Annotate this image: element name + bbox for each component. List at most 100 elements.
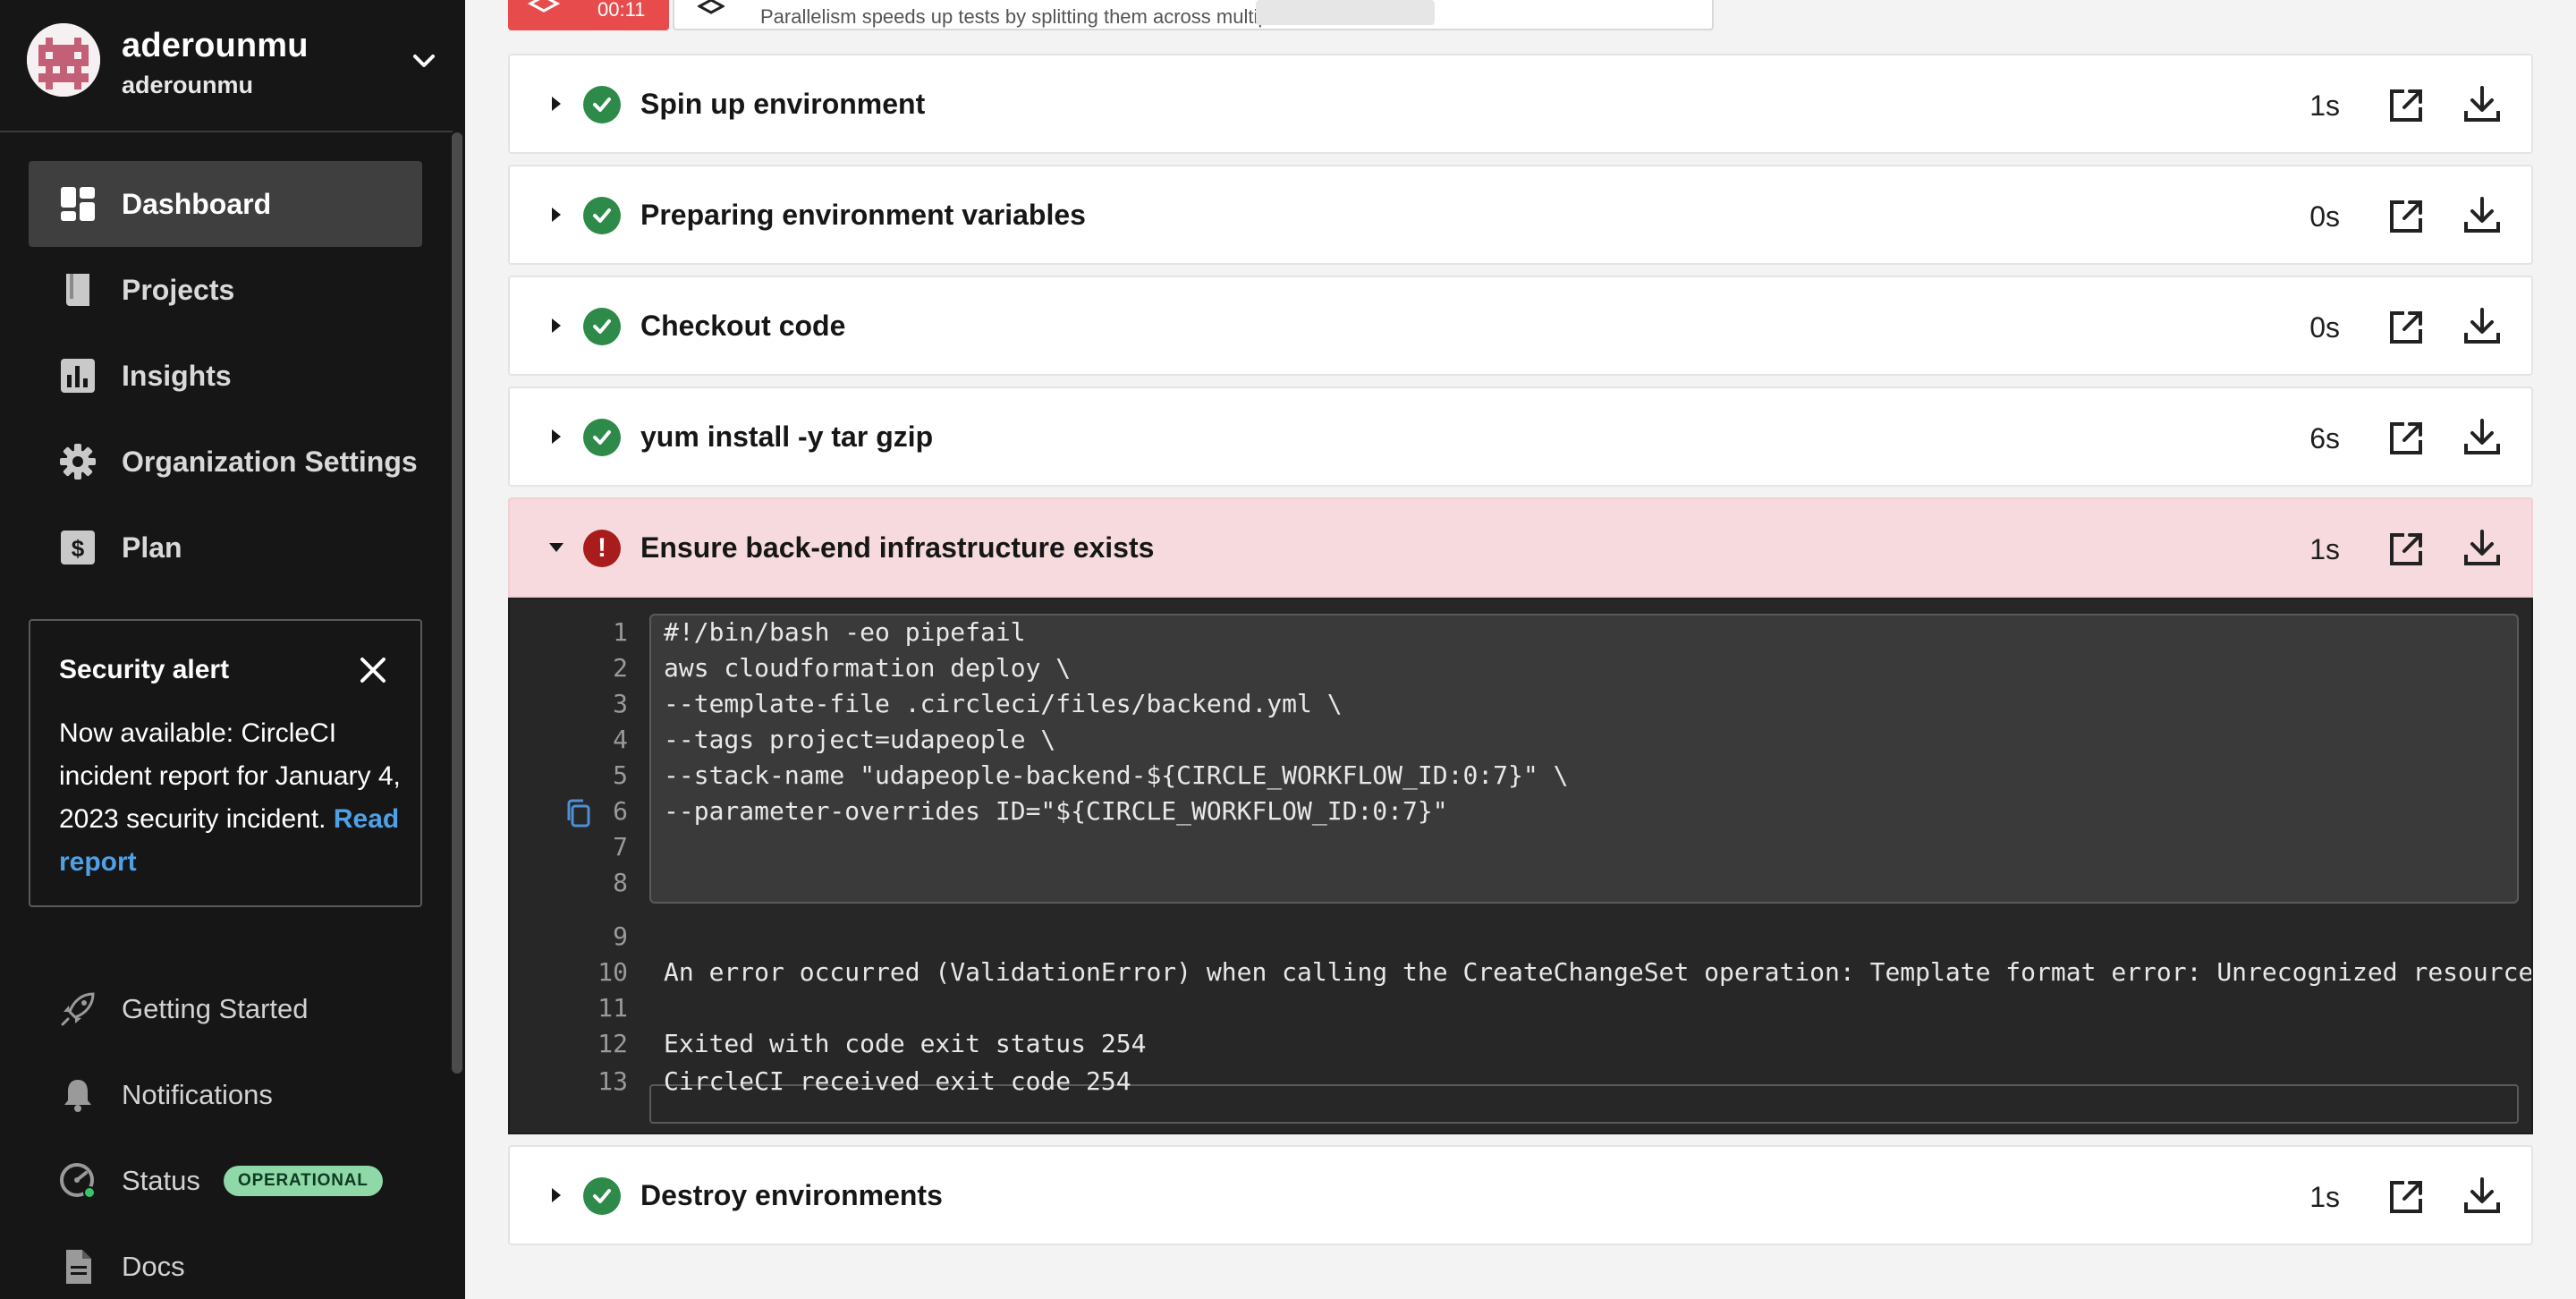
success-icon xyxy=(583,197,621,234)
external-link-icon[interactable] xyxy=(2386,197,2426,236)
sidebar-scrollbar[interactable] xyxy=(452,132,462,1074)
gear-icon xyxy=(59,443,97,480)
line-number: 10 xyxy=(597,957,628,987)
console-line: Exited with code exit status 254 xyxy=(664,1029,1147,1058)
job-timer: 00:11 xyxy=(597,0,646,21)
download-icon[interactable] xyxy=(2462,1176,2503,1217)
success-icon xyxy=(583,308,621,345)
line-number: 12 xyxy=(597,1029,628,1058)
step-title: Spin up environment xyxy=(640,88,926,120)
org-switcher[interactable]: aderounmu aderounmu xyxy=(27,23,456,109)
console-line: An error occurred (ValidationError) when… xyxy=(664,957,2533,987)
caret-right-icon[interactable] xyxy=(546,1184,567,1206)
console-line: CircleCI received exit code 254 xyxy=(664,1066,1131,1096)
caret-right-icon[interactable] xyxy=(546,315,567,336)
steps-list: Spin up environment 1s Preparing environ… xyxy=(508,54,2533,1256)
console-line: --parameter-overrides ID="${CIRCLE_WORKF… xyxy=(664,796,1448,826)
download-icon[interactable] xyxy=(2462,195,2503,236)
external-link-icon[interactable] xyxy=(2386,1177,2426,1217)
sidebar-item-docs[interactable]: Docs xyxy=(29,1224,422,1299)
console-line: #!/bin/bash -eo pipefail xyxy=(664,617,1026,647)
console-line: --template-file .circleci/files/backend.… xyxy=(664,689,1343,718)
close-icon[interactable] xyxy=(354,651,392,689)
external-link-icon[interactable] xyxy=(2386,86,2426,125)
line-number: 9 xyxy=(613,921,628,951)
line-number: 1 xyxy=(613,617,628,647)
org-subtitle: aderounmu xyxy=(122,72,254,98)
step-output-console[interactable]: 1 #!/bin/bash -eo pipefail 2 aws cloudforma… xyxy=(508,598,2533,1134)
sidebar-item-label: Docs xyxy=(122,1251,185,1282)
sidebar-item-label: Getting Started xyxy=(122,993,309,1024)
sidebar-item-label: Projects xyxy=(122,273,235,306)
step-row-failed[interactable]: ! Ensure back-end infrastructure exists … xyxy=(508,497,2533,598)
download-icon[interactable] xyxy=(2462,84,2503,125)
caret-down-icon[interactable] xyxy=(546,537,567,558)
gauge-icon xyxy=(59,1162,97,1200)
step-title: Destroy environments xyxy=(640,1179,943,1211)
step-duration: 1s xyxy=(2309,89,2340,122)
line-number: 11 xyxy=(597,993,628,1023)
security-alert: Security alert Now available: CircleCI i… xyxy=(29,619,422,907)
tip-action-button[interactable] xyxy=(1256,0,1435,25)
line-number: 13 xyxy=(597,1066,628,1096)
dollar-icon: $ xyxy=(59,529,97,566)
download-icon[interactable] xyxy=(2462,417,2503,458)
alert-title: Security alert xyxy=(59,655,230,684)
success-icon xyxy=(583,86,621,123)
step-duration: 0s xyxy=(2309,311,2340,344)
step-row[interactable]: Destroy environments 1s xyxy=(508,1145,2533,1245)
document-icon xyxy=(59,1248,97,1286)
sidebar-item-notifications[interactable]: Notifications xyxy=(29,1052,422,1138)
avatar xyxy=(27,23,100,97)
secondary-nav: Getting Started Notifications Status OPE… xyxy=(29,966,422,1299)
dashboard-icon xyxy=(59,185,97,223)
cube-icon xyxy=(698,0,724,14)
org-name: aderounmu xyxy=(122,27,309,64)
bar-chart-icon xyxy=(59,357,97,395)
line-number: 5 xyxy=(613,760,628,790)
sidebar: aderounmu aderounmu Dashboard Projects I… xyxy=(0,0,465,1299)
sidebar-item-dashboard[interactable]: Dashboard xyxy=(29,161,422,247)
line-number: 6 xyxy=(613,796,628,826)
line-number: 7 xyxy=(613,832,628,862)
step-duration: 0s xyxy=(2309,200,2340,233)
caret-right-icon[interactable] xyxy=(546,93,567,115)
cube-icon xyxy=(528,0,560,13)
sidebar-item-insights[interactable]: Insights xyxy=(29,333,422,419)
job-steps-panel: 00:11 Parallelism speeds up tests by spl… xyxy=(465,0,2576,1299)
step-title: Ensure back-end infrastructure exists xyxy=(640,531,1155,564)
sidebar-item-getting-started[interactable]: Getting Started xyxy=(29,966,422,1052)
status-badge: OPERATIONAL xyxy=(224,1166,383,1196)
sidebar-item-label: Organization Settings xyxy=(122,445,418,478)
sidebar-item-label: Plan xyxy=(122,531,182,564)
line-number: 2 xyxy=(613,653,628,683)
sidebar-item-status[interactable]: Status OPERATIONAL xyxy=(29,1138,422,1224)
console-line: --stack-name "udapeople-backend-${CIRCLE… xyxy=(664,760,1569,790)
external-link-icon[interactable] xyxy=(2386,530,2426,569)
book-icon xyxy=(59,271,97,309)
step-row[interactable]: yum install -y tar gzip 6s xyxy=(508,386,2533,487)
bell-icon xyxy=(59,1076,97,1114)
download-icon[interactable] xyxy=(2462,528,2503,569)
caret-right-icon[interactable] xyxy=(546,426,567,447)
chevron-down-icon[interactable] xyxy=(406,43,442,79)
download-icon[interactable] xyxy=(2462,306,2503,347)
line-number: 3 xyxy=(613,689,628,718)
step-title: Checkout code xyxy=(640,310,846,342)
sidebar-item-organization-settings[interactable]: Organization Settings xyxy=(29,419,422,505)
svg-text:$: $ xyxy=(72,535,85,562)
step-row[interactable]: Spin up environment 1s xyxy=(508,54,2533,154)
job-timer-badge[interactable]: 00:11 xyxy=(508,0,669,30)
step-title: yum install -y tar gzip xyxy=(640,420,934,453)
external-link-icon[interactable] xyxy=(2386,419,2426,458)
step-duration: 1s xyxy=(2309,1181,2340,1213)
external-link-icon[interactable] xyxy=(2386,308,2426,347)
sidebar-item-plan[interactable]: $ Plan xyxy=(29,505,422,590)
sidebar-item-label: Insights xyxy=(122,359,232,392)
caret-right-icon[interactable] xyxy=(546,204,567,225)
sidebar-item-label: Notifications xyxy=(122,1079,273,1110)
sidebar-item-projects[interactable]: Projects xyxy=(29,247,422,333)
sidebar-divider xyxy=(0,131,453,132)
step-row[interactable]: Preparing environment variables 0s xyxy=(508,165,2533,265)
step-row[interactable]: Checkout code 0s xyxy=(508,276,2533,376)
